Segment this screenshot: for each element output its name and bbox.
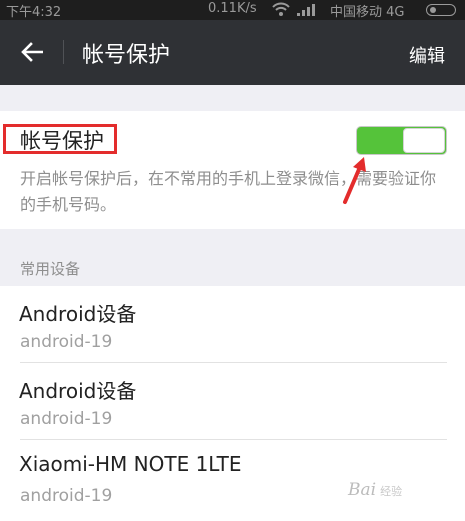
- wifi-icon: [272, 2, 290, 20]
- status-time: 下午4:32: [6, 5, 62, 20]
- toggle-knob: [403, 128, 445, 153]
- devices-section-header: 常用设备: [20, 260, 81, 278]
- arrow-left-icon: [21, 42, 43, 62]
- highlight-annotation: [3, 124, 117, 154]
- watermark: Bai 经验: [348, 480, 402, 500]
- edit-button[interactable]: 编辑: [409, 42, 445, 68]
- list-item[interactable]: Android设备 android-19: [0, 363, 465, 440]
- watermark-sub: 经验: [380, 485, 403, 498]
- device-model: android-19: [20, 332, 113, 352]
- device-model: android-19: [20, 486, 113, 506]
- account-protection-toggle[interactable]: [356, 126, 447, 155]
- battery-icon: [426, 4, 456, 16]
- device-name: Xiaomi-HM NOTE 1LTE: [19, 452, 242, 476]
- device-model: android-19: [20, 409, 113, 429]
- status-bar: 下午4:32 0.11K/s 中国移动 4G: [0, 0, 465, 20]
- list-item[interactable]: Xiaomi-HM NOTE 1LTE android-19: [0, 440, 465, 517]
- carrier-label: 中国移动 4G: [330, 5, 405, 20]
- network-speed: 0.11K/s: [208, 1, 257, 16]
- watermark-brand: Bai: [348, 480, 377, 500]
- list-item[interactable]: Android设备 android-19: [0, 286, 465, 363]
- account-protection-card: 帐号保护 开启帐号保护后，在不常用的手机上登录微信，需要验证你的手机号码。: [0, 111, 465, 229]
- device-name: Android设备: [19, 302, 137, 326]
- device-name: Android设备: [19, 379, 137, 403]
- app-bar-divider: [63, 40, 64, 64]
- red-arrow-icon: [343, 157, 366, 204]
- app-bar: 帐号保护 编辑: [0, 20, 465, 85]
- back-button[interactable]: [12, 34, 52, 70]
- account-protection-description: 开启帐号保护后，在不常用的手机上登录微信，需要验证你的手机号码。: [20, 169, 437, 214]
- page-title: 帐号保护: [82, 43, 171, 68]
- signal-icon: [297, 4, 321, 20]
